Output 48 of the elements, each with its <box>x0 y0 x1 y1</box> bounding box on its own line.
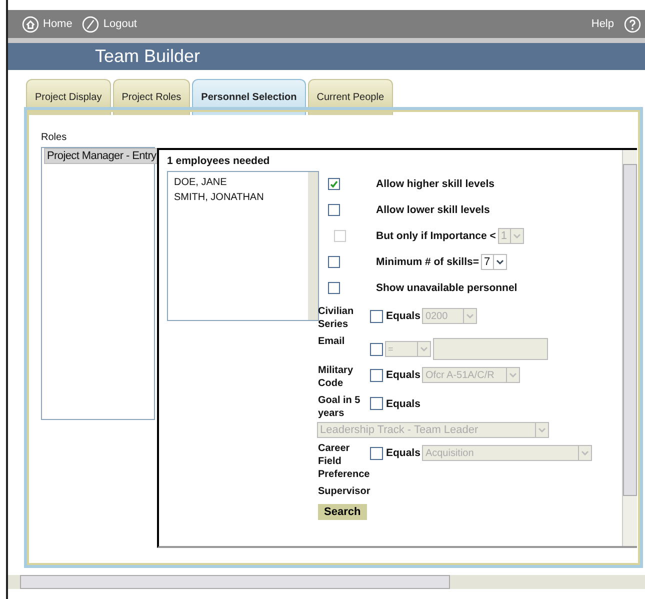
help-link[interactable]: Help <box>591 18 614 30</box>
role-item[interactable]: Project Manager - Entry <box>44 148 160 164</box>
caret-icon <box>496 259 504 265</box>
roles-label: Roles <box>41 132 68 143</box>
checkbox[interactable] <box>370 397 383 410</box>
filter-label: Civilian Series <box>318 305 355 331</box>
candidate-item[interactable]: SMITH, JONATHAN <box>168 190 308 205</box>
equals-label: Equals <box>386 398 420 410</box>
caret-icon <box>509 372 518 378</box>
checkbox[interactable] <box>370 342 383 356</box>
checkbox[interactable] <box>328 282 340 294</box>
caret-icon <box>512 233 521 239</box>
option-label: Allow lower skill levels <box>376 204 490 216</box>
checkbox[interactable] <box>328 178 340 190</box>
candidate-item[interactable]: DOE, JANE <box>168 175 308 190</box>
scrollbar[interactable] <box>622 150 637 546</box>
caret-icon <box>466 313 474 319</box>
caret-icon <box>581 450 590 456</box>
nav-link[interactable]: Home <box>43 18 72 30</box>
nav-link[interactable]: Logout <box>103 18 137 30</box>
equals-label: Equals <box>386 447 420 459</box>
equals-label: Equals <box>386 369 420 381</box>
checkbox[interactable] <box>370 310 383 322</box>
checkbox[interactable] <box>370 446 383 460</box>
option-label: Minimum # of skills= <box>376 256 479 268</box>
checkbox[interactable] <box>370 368 383 382</box>
checkbox[interactable] <box>328 204 340 216</box>
caret-icon <box>538 427 546 433</box>
help-icon[interactable] <box>624 16 641 32</box>
slash-circle-icon[interactable] <box>82 16 100 32</box>
employees-needed-text: 1 employees needed <box>167 155 271 167</box>
checkbox[interactable] <box>328 256 340 268</box>
caret-icon <box>420 346 428 352</box>
option-label: Allow higher skill levels <box>376 178 494 190</box>
filter-label: Military Code <box>318 364 354 390</box>
scrollbar[interactable] <box>308 172 318 320</box>
option-label: But only if Importance < <box>376 230 496 242</box>
app-title: Team Builder <box>95 46 200 67</box>
search-button[interactable]: Search <box>318 504 367 520</box>
filter-label: Career Field Preference <box>318 442 370 481</box>
filter-label: Supervisor <box>318 485 370 498</box>
filter-label: Email <box>318 335 346 348</box>
equals-label: Equals <box>386 310 420 322</box>
horizontal-scrollbar[interactable] <box>8 575 645 589</box>
home-icon[interactable] <box>22 16 39 32</box>
option-label: Show unavailable personnel <box>376 282 518 294</box>
select-field[interactable]: 7 <box>481 254 507 270</box>
filter-label: Goal in 5 years <box>318 394 362 420</box>
